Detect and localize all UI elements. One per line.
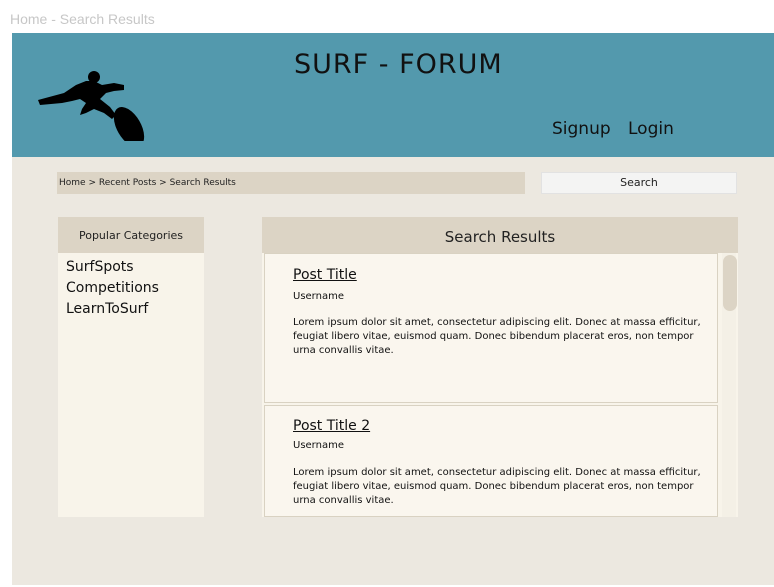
post-username: Username xyxy=(293,291,344,302)
category-link-surfspots[interactable]: SurfSpots xyxy=(66,257,204,278)
search-results-title: Search Results xyxy=(262,217,738,253)
surfer-logo-icon[interactable] xyxy=(34,55,152,141)
frame-title: Home - Search Results xyxy=(10,11,155,27)
search-button[interactable]: Search xyxy=(541,172,737,194)
post-body: Lorem ipsum dolor sit amet, consectetur … xyxy=(293,467,701,506)
post-title[interactable]: Post Title xyxy=(293,267,357,283)
post-username: Username xyxy=(293,440,344,451)
category-link-learntosurf[interactable]: LearnToSurf xyxy=(66,299,204,320)
breadcrumb[interactable]: Home > Recent Posts > Search Results xyxy=(57,172,525,194)
page: SURF - FORUM Signup Login Home > Recent … xyxy=(12,33,774,585)
search-results-panel: Search Results Post Title Username Lorem… xyxy=(262,217,738,517)
post-body: Lorem ipsum dolor sit amet, consectetur … xyxy=(293,317,701,356)
site-header: SURF - FORUM Signup Login xyxy=(12,33,774,157)
results-scrollbar-thumb[interactable] xyxy=(723,255,737,311)
popular-categories-panel: Popular Categories SurfSpots Competition… xyxy=(58,217,204,517)
signup-link[interactable]: Signup xyxy=(552,119,611,139)
post-card[interactable]: Post Title Username Lorem ipsum dolor si… xyxy=(264,253,718,403)
post-title[interactable]: Post Title 2 xyxy=(293,418,370,434)
results-scrollbar[interactable] xyxy=(722,253,737,517)
site-title: SURF - FORUM xyxy=(294,49,503,80)
category-link-competitions[interactable]: Competitions xyxy=(66,278,204,299)
post-card[interactable]: Post Title 2 Username Lorem ipsum dolor … xyxy=(264,405,718,517)
popular-categories-title: Popular Categories xyxy=(58,217,204,253)
login-link[interactable]: Login xyxy=(628,119,674,139)
